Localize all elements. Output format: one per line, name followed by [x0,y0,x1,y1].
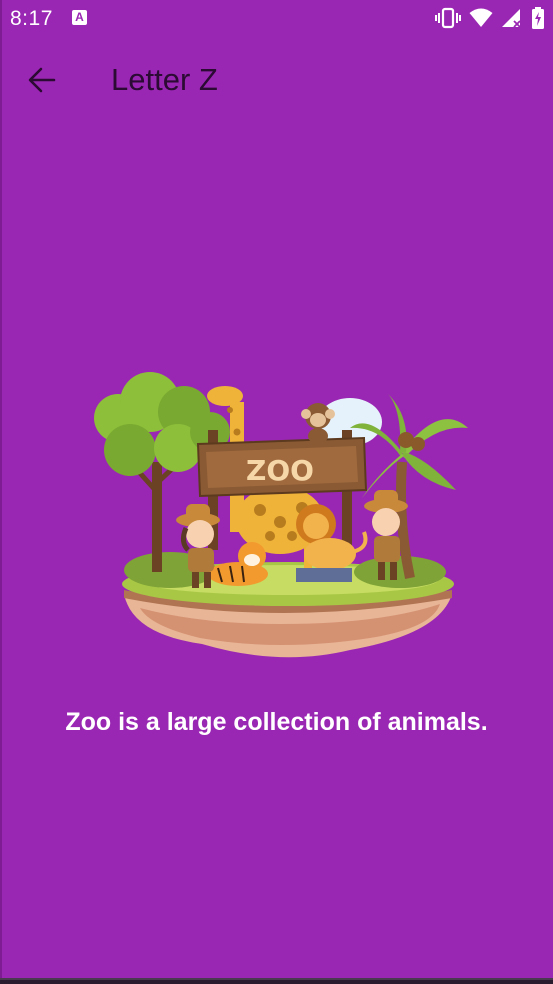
signal-icon [502,9,521,28]
status-icons [435,6,545,30]
a-box-icon: A [72,10,87,25]
vibrate-icon [435,7,461,29]
battery-icon [532,7,544,29]
status-time: 8:17 [10,7,53,30]
wifi-icon [469,8,493,27]
app-bar: Letter Z [0,40,553,120]
arrow-left-icon [28,67,56,93]
back-button[interactable] [18,58,66,102]
window-edge [0,0,2,984]
zoo-sign-text: ZOO [246,454,314,487]
zoo-illustration: ZOO [94,372,468,658]
page-title: Letter Z [111,62,218,97]
caption-text: Zoo is a large collection of animals. [65,708,488,736]
navigation-bar [0,978,553,984]
status-bar: 8:17 A [0,0,553,38]
a-box-icon-letter: A [75,10,84,24]
